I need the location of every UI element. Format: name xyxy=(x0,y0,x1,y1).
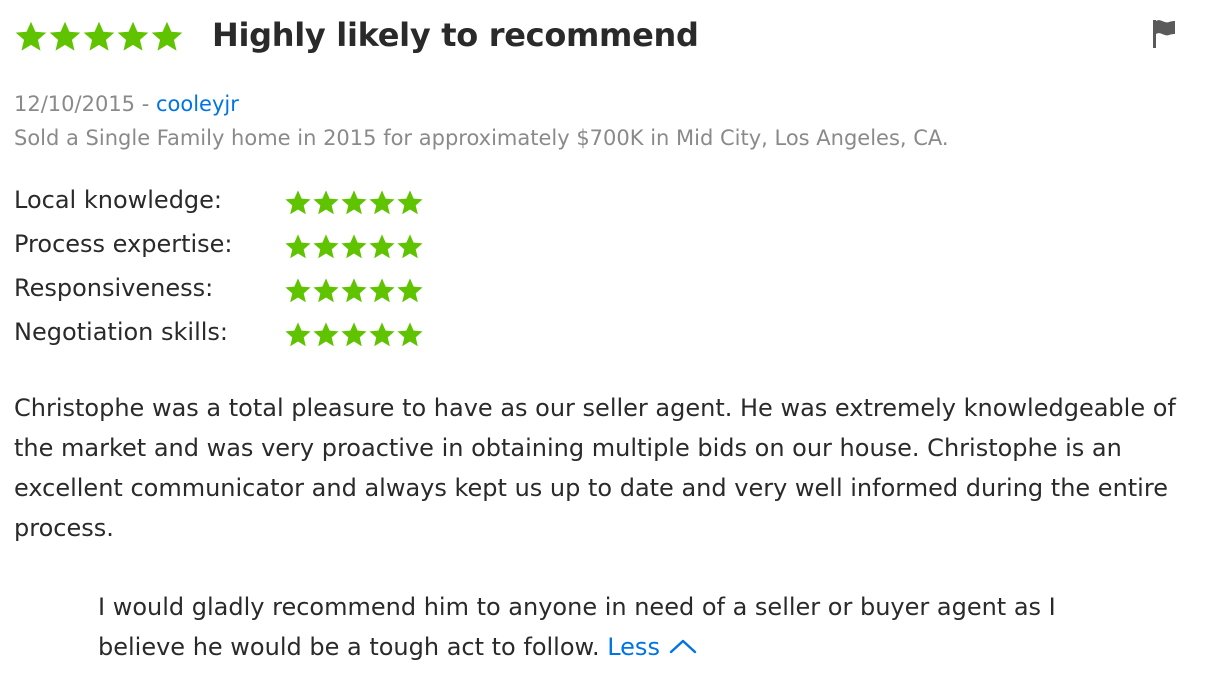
rating-stars xyxy=(284,277,424,305)
star-icon xyxy=(397,322,423,347)
star-icon xyxy=(369,322,395,347)
author-link[interactable]: cooleyjr xyxy=(156,92,239,116)
star-icon xyxy=(285,322,311,347)
rating-stars xyxy=(284,321,424,349)
star-icon xyxy=(49,21,81,51)
rating-label: Responsiveness: xyxy=(14,274,214,302)
review-headline: Highly likely to recommend xyxy=(212,16,699,54)
rating-row: Responsiveness: xyxy=(14,274,614,318)
rating-stars xyxy=(284,189,424,217)
review-date: 12/10/2015 xyxy=(14,92,136,116)
review-body-indented-text: I would gladly recommend him to anyone i… xyxy=(98,593,1056,661)
less-label: Less xyxy=(607,633,660,661)
chevron-up-icon xyxy=(669,639,696,654)
star-icon xyxy=(285,278,311,303)
rating-row: Negotiation skills: xyxy=(14,318,614,362)
rating-stars xyxy=(284,233,424,261)
rating-label: Negotiation skills: xyxy=(14,318,229,346)
star-icon xyxy=(369,190,395,215)
star-icon xyxy=(397,234,423,259)
rating-label: Process expertise: xyxy=(14,230,233,258)
star-icon xyxy=(341,234,367,259)
star-icon xyxy=(313,278,339,303)
star-icon xyxy=(341,190,367,215)
star-icon xyxy=(369,278,395,303)
star-icon xyxy=(341,322,367,347)
transaction-details: Sold a Single Family home in 2015 for ap… xyxy=(14,126,949,150)
star-icon xyxy=(341,278,367,303)
star-icon xyxy=(83,21,115,51)
star-icon xyxy=(151,21,183,51)
review-body-indented: I would gladly recommend him to anyone i… xyxy=(98,587,1058,667)
star-icon xyxy=(285,190,311,215)
star-icon xyxy=(285,234,311,259)
flag-icon[interactable] xyxy=(1150,18,1178,50)
less-link[interactable]: Less xyxy=(607,633,697,661)
meta-separator: - xyxy=(135,92,156,116)
star-icon xyxy=(313,190,339,215)
review-meta: 12/10/2015 - cooleyjr xyxy=(14,92,239,116)
review-card: Highly likely to recommend 12/10/2015 - … xyxy=(14,0,1194,686)
review-header: Highly likely to recommend xyxy=(14,14,1194,62)
rating-row: Process expertise: xyxy=(14,230,614,274)
star-icon xyxy=(15,21,47,51)
star-icon xyxy=(397,278,423,303)
star-icon xyxy=(313,234,339,259)
star-icon xyxy=(369,234,395,259)
overall-rating-stars xyxy=(14,20,184,54)
category-ratings: Local knowledge: Process expertise: Respon… xyxy=(14,186,614,362)
review-body: Christophe was a total pleasure to have … xyxy=(14,394,1176,542)
star-icon xyxy=(397,190,423,215)
star-icon xyxy=(313,322,339,347)
rating-label: Local knowledge: xyxy=(14,186,223,214)
star-icon xyxy=(117,21,149,51)
rating-row: Local knowledge: xyxy=(14,186,614,230)
